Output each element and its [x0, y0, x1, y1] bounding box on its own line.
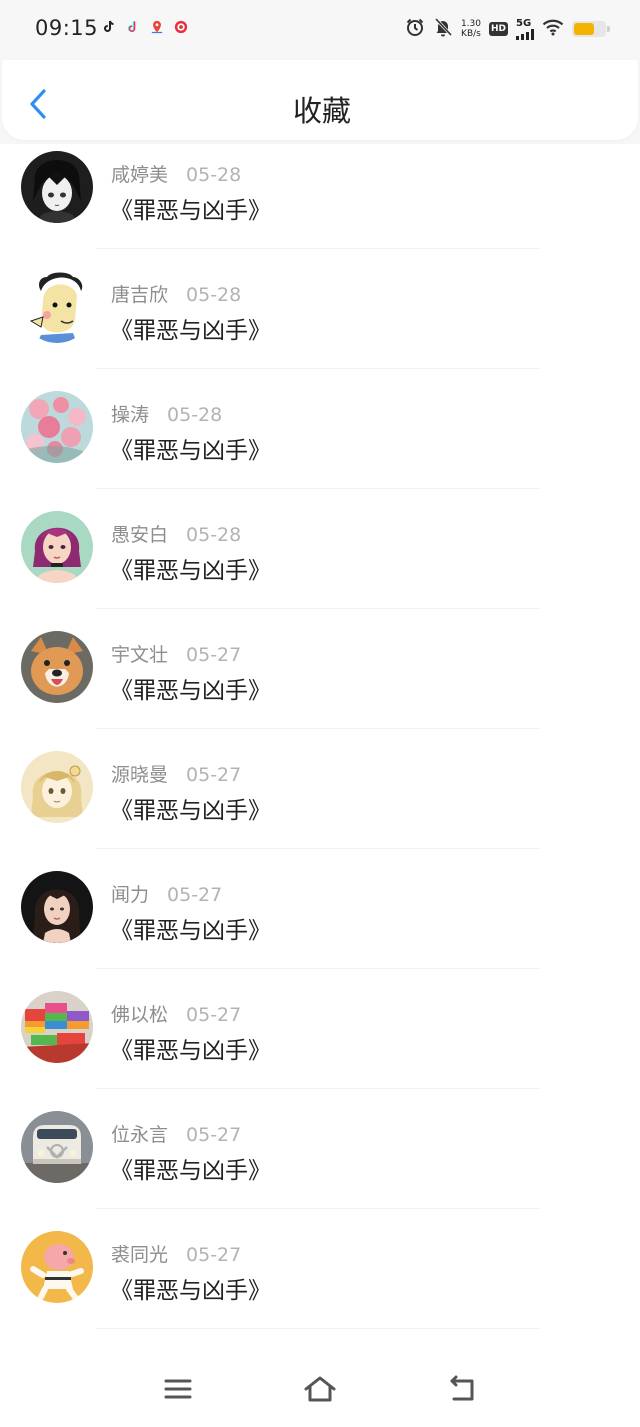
tiktok-icon [126, 20, 140, 34]
divider [95, 608, 540, 609]
list-item[interactable]: 咸婷美 05-28 《罪恶与凶手》 [0, 144, 640, 264]
favorite-date: 05-27 [186, 1004, 242, 1026]
avatar[interactable] [21, 271, 93, 343]
home-icon [304, 1376, 336, 1402]
list-item[interactable]: 操涛 05-28 《罪恶与凶手》 [0, 384, 640, 504]
alarm-icon [405, 17, 425, 41]
divider [95, 248, 540, 249]
list-item[interactable]: 裘同光 05-27 《罪恶与凶手》 [0, 1224, 640, 1344]
tiktok-icon [102, 20, 116, 34]
hd-badge: HD [488, 22, 508, 36]
book-title[interactable]: 《罪恶与凶手》 [110, 1271, 271, 1305]
avatar[interactable] [21, 511, 93, 583]
battery-icon [572, 21, 610, 37]
book-title[interactable]: 《罪恶与凶手》 [110, 191, 271, 225]
divider [95, 1208, 540, 1209]
app-red-icon [174, 20, 188, 34]
book-title[interactable]: 《罪恶与凶手》 [110, 431, 271, 465]
list-item[interactable]: 闻力 05-27 《罪恶与凶手》 [0, 864, 640, 984]
status-bar: 09:15 1.30 KB/s HD 5G [0, 0, 640, 60]
avatar[interactable] [21, 631, 93, 703]
divider [95, 728, 540, 729]
user-name: 唐吉欣 [111, 284, 169, 306]
user-name: 咸婷美 [111, 164, 169, 186]
favorite-date: 05-27 [186, 764, 242, 786]
book-title[interactable]: 《罪恶与凶手》 [110, 1151, 271, 1185]
list-item[interactable]: 唐吉欣 05-28 《罪恶与凶手》 [0, 264, 640, 384]
book-title[interactable]: 《罪恶与凶手》 [110, 791, 271, 825]
avatar[interactable] [21, 751, 93, 823]
divider [95, 968, 540, 969]
list-item[interactable]: 位永言 05-27 《罪恶与凶手》 [0, 1104, 640, 1224]
list-item[interactable]: 宇文壮 05-27 《罪恶与凶手》 [0, 624, 640, 744]
book-title[interactable]: 《罪恶与凶手》 [110, 1031, 271, 1065]
net-speed-value: 1.30 [460, 19, 481, 29]
book-title[interactable]: 《罪恶与凶手》 [110, 671, 271, 705]
user-name: 源晓曼 [111, 764, 169, 786]
book-title[interactable]: 《罪恶与凶手》 [110, 311, 271, 345]
back-nav-button[interactable] [442, 1371, 482, 1407]
user-name: 裘同光 [111, 1244, 169, 1266]
header-card: 收藏 [2, 60, 638, 140]
back-icon [450, 1375, 474, 1401]
favorite-date: 05-27 [186, 644, 242, 666]
book-title[interactable]: 《罪恶与凶手》 [110, 551, 271, 585]
avatar[interactable] [21, 391, 93, 463]
wifi-icon [542, 18, 564, 40]
list-item[interactable]: 佛以松 05-27 《罪恶与凶手》 [0, 984, 640, 1104]
status-time: 09:15 [35, 16, 99, 40]
mute-icon [433, 17, 453, 41]
favorite-date: 05-28 [186, 524, 242, 546]
favorite-date: 05-27 [186, 1124, 242, 1146]
divider [95, 848, 540, 849]
avatar[interactable] [21, 871, 93, 943]
network-type: 5G [516, 17, 532, 29]
favorites-list[interactable]: 咸婷美 05-28 《罪恶与凶手》 唐吉欣 05-28 《罪恶与凶手》 操涛 0… [0, 144, 640, 1351]
avatar[interactable] [21, 1111, 93, 1183]
book-title[interactable]: 《罪恶与凶手》 [110, 911, 271, 945]
map-pin-icon [150, 20, 164, 34]
cell-signal: 5G [516, 17, 534, 40]
battery-level [574, 23, 594, 35]
divider [95, 1088, 540, 1089]
favorite-date: 05-27 [167, 884, 223, 906]
avatar[interactable] [21, 1231, 93, 1303]
list-item[interactable]: 愚安白 05-28 《罪恶与凶手》 [0, 504, 640, 624]
user-name: 闻力 [111, 884, 150, 906]
user-name: 位永言 [111, 1124, 169, 1146]
menu-button[interactable] [158, 1371, 198, 1407]
divider [95, 1328, 540, 1329]
favorite-date: 05-28 [186, 284, 242, 306]
divider [95, 488, 540, 489]
status-app-icons [102, 20, 188, 34]
favorite-date: 05-27 [186, 1244, 242, 1266]
navigation-bar [0, 1351, 640, 1427]
avatar[interactable] [21, 151, 93, 223]
user-name: 愚安白 [111, 524, 169, 546]
favorite-date: 05-28 [186, 164, 242, 186]
page-title: 收藏 [292, 94, 351, 128]
user-name: 佛以松 [111, 1004, 169, 1026]
status-indicators: 1.30 KB/s HD 5G [405, 17, 610, 41]
avatar[interactable] [21, 991, 93, 1063]
list-item[interactable]: 源晓曼 05-27 《罪恶与凶手》 [0, 744, 640, 864]
signal-bars-icon [516, 28, 534, 40]
user-name: 宇文壮 [111, 644, 169, 666]
net-speed: 1.30 KB/s [461, 19, 481, 39]
net-speed-unit: KB/s [461, 29, 481, 39]
favorite-date: 05-28 [167, 404, 223, 426]
list-item[interactable] [0, 1344, 640, 1351]
menu-icon [164, 1379, 192, 1399]
header: 收藏 [0, 60, 640, 144]
divider [95, 368, 540, 369]
home-button[interactable] [300, 1371, 340, 1407]
user-name: 操涛 [111, 404, 150, 426]
